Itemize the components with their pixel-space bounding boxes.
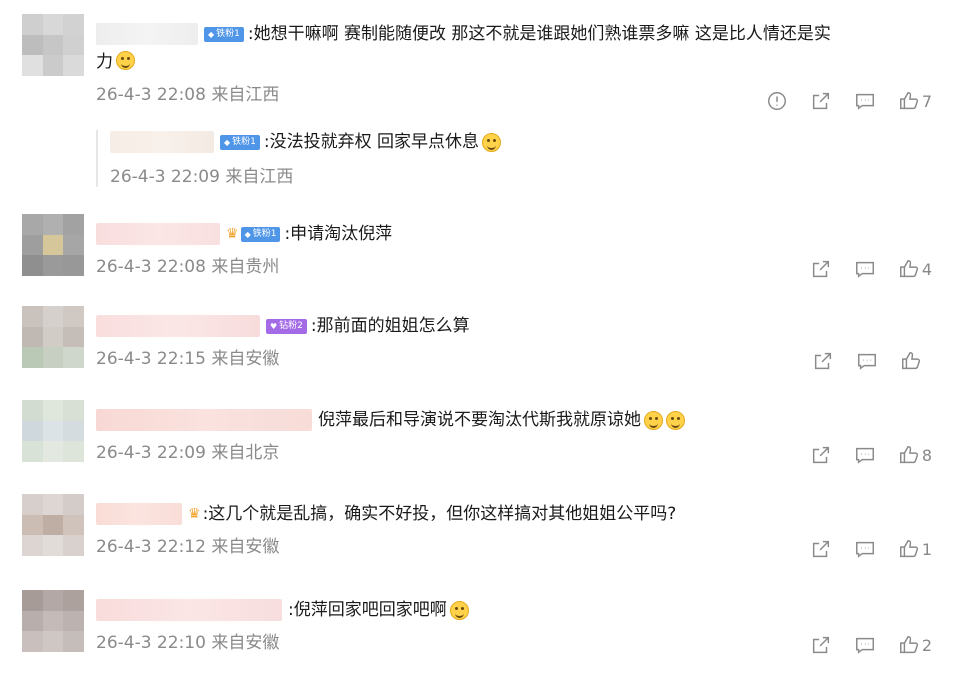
comment-item: ♥ 钻粉2 :那前面的姐姐怎么算 26-4-3 22:15 来自安徽 [0, 306, 960, 386]
comment-item: ◆ 铁粉1 :她想干嘛啊 赛制能随便改 那这不就是谁跟她们熟谁票多嘛 这是比人情还… [0, 14, 960, 194]
comment-icon [855, 93, 874, 110]
comment-button[interactable] [854, 258, 876, 280]
avatar[interactable] [22, 494, 84, 556]
comment-icon [855, 541, 874, 558]
reply-header: ◆ 铁粉1 :没法投就弃权 回家早点休息 [110, 130, 616, 154]
comment-text: :那前面的姐姐怎么算 [310, 316, 470, 336]
fan-badge[interactable]: ◆ 铁粉1 [220, 134, 260, 150]
avatar[interactable] [22, 306, 84, 368]
comment-icon [855, 637, 874, 654]
comment-actions [790, 350, 932, 372]
share-button[interactable] [812, 350, 834, 372]
share-icon [812, 92, 829, 110]
comment-header: ♛ :这几个就是乱搞，确实不好投，但你这样搞对其他姐姐公平吗? [96, 502, 932, 526]
avatar[interactable] [22, 400, 84, 462]
avatar[interactable] [22, 590, 84, 652]
comment-text: :她想干嘛啊 赛制能随便改 那这不就是谁跟她们熟谁票多嘛 这是比人情还是实 [247, 24, 831, 44]
like-button[interactable]: 1 [898, 538, 932, 560]
comment-header: ◆ 铁粉1 :她想干嘛啊 赛制能随便改 那这不就是谁跟她们熟谁票多嘛 这是比人情还… [96, 22, 932, 46]
like-button[interactable] [900, 350, 932, 372]
username-blurred[interactable] [96, 315, 260, 337]
comment-item: ♛ :这几个就是乱搞，确实不好投，但你这样搞对其他姐姐公平吗? 26-4-3 2… [0, 494, 960, 574]
comment-actions: 1 [788, 538, 932, 560]
like-button[interactable]: 4 [898, 258, 932, 280]
username-blurred[interactable] [96, 409, 312, 431]
like-count: 2 [921, 635, 932, 655]
fan-badge[interactable]: ◆ 铁粉1 [240, 226, 281, 242]
share-icon [812, 636, 829, 654]
like-count: 8 [921, 445, 932, 465]
comment-icon [858, 353, 876, 370]
report-icon [767, 92, 786, 110]
laugh-cry-emoji [644, 410, 663, 430]
avatar[interactable] [22, 14, 84, 76]
reply-meta: 26-4-3 22:09 来自江西 [110, 167, 294, 187]
share-button[interactable] [810, 634, 832, 656]
share-button[interactable] [810, 444, 832, 466]
laugh-cry-emoji [666, 410, 685, 430]
comment-text: :申请淘汰倪萍 [284, 224, 393, 244]
share-button[interactable] [810, 538, 832, 560]
username-blurred[interactable] [96, 23, 198, 45]
reply-item: ◆ 铁粉1 :没法投就弃权 回家早点休息 26-4-3 22:09 来自江西 [96, 130, 616, 187]
like-icon [899, 92, 918, 110]
avatar[interactable] [22, 214, 84, 276]
comment-actions: 2 [788, 634, 932, 656]
like-count: 1 [921, 539, 932, 559]
crown-icon: ♛ [188, 506, 201, 522]
like-icon [902, 352, 921, 370]
comment-button[interactable] [854, 634, 876, 656]
like-icon [899, 636, 918, 654]
like-icon [899, 540, 918, 558]
like-count: 4 [921, 259, 932, 279]
comment-item: :倪萍回家吧回家吧啊 26-4-3 22:10 来自安徽 2 [0, 590, 960, 670]
like-icon [899, 446, 918, 464]
comment-icon [855, 447, 874, 464]
username-blurred[interactable] [110, 131, 214, 153]
comment-text: :倪萍回家吧回家吧啊 [288, 600, 447, 620]
share-button[interactable] [810, 258, 832, 280]
comment-header: :倪萍回家吧回家吧啊 [96, 598, 932, 622]
like-count: 7 [921, 91, 932, 111]
comment-header: ♥ 钻粉2 :那前面的姐姐怎么算 [96, 314, 932, 338]
comment-text-continued: 力 [96, 50, 932, 74]
comment-button[interactable] [856, 350, 878, 372]
username-blurred[interactable] [96, 599, 282, 621]
username-blurred[interactable] [96, 503, 182, 525]
like-button[interactable]: 2 [898, 634, 932, 656]
share-icon [812, 540, 829, 558]
cry-emoji [449, 600, 469, 620]
share-button[interactable] [810, 90, 832, 112]
comment-actions: 4 [788, 258, 932, 280]
share-icon [812, 446, 829, 464]
comment-actions: 8 [788, 444, 932, 466]
comment-item: 倪萍最后和导演说不要淘汰代斯我就原谅她 26-4-3 22:09 来自北京 8 [0, 400, 960, 480]
crown-icon: ♛ [226, 226, 239, 242]
comment-button[interactable] [854, 444, 876, 466]
like-icon [899, 260, 918, 278]
comment-item: ♛ ◆ 铁粉1 :申请淘汰倪萍 26-4-3 22:08 来自贵州 4 [0, 214, 960, 294]
comment-icon [855, 261, 874, 278]
comment-button[interactable] [854, 538, 876, 560]
comment-header: ♛ ◆ 铁粉1 :申请淘汰倪萍 [96, 222, 932, 246]
share-icon [812, 260, 829, 278]
smile-emoji [482, 132, 502, 152]
reply-text: :没法投就弃权 回家早点休息 [263, 132, 480, 152]
smile-emoji [116, 51, 135, 70]
fan-badge[interactable]: ♥ 钻粉2 [266, 318, 307, 334]
comment-header: 倪萍最后和导演说不要淘汰代斯我就原谅她 [96, 408, 932, 432]
comment-button[interactable] [854, 90, 876, 112]
like-button[interactable]: 8 [898, 444, 932, 466]
like-button[interactable]: 7 [898, 90, 932, 112]
fan-badge[interactable]: ◆ 铁粉1 [204, 26, 244, 42]
comment-text: :这几个就是乱搞，确实不好投，但你这样搞对其他姐姐公平吗? [202, 504, 677, 524]
share-icon [814, 352, 832, 370]
comment-actions: 7 [744, 90, 932, 112]
comment-text: 倪萍最后和导演说不要淘汰代斯我就原谅她 [318, 410, 641, 430]
report-button[interactable] [766, 90, 788, 112]
username-blurred[interactable] [96, 223, 220, 245]
